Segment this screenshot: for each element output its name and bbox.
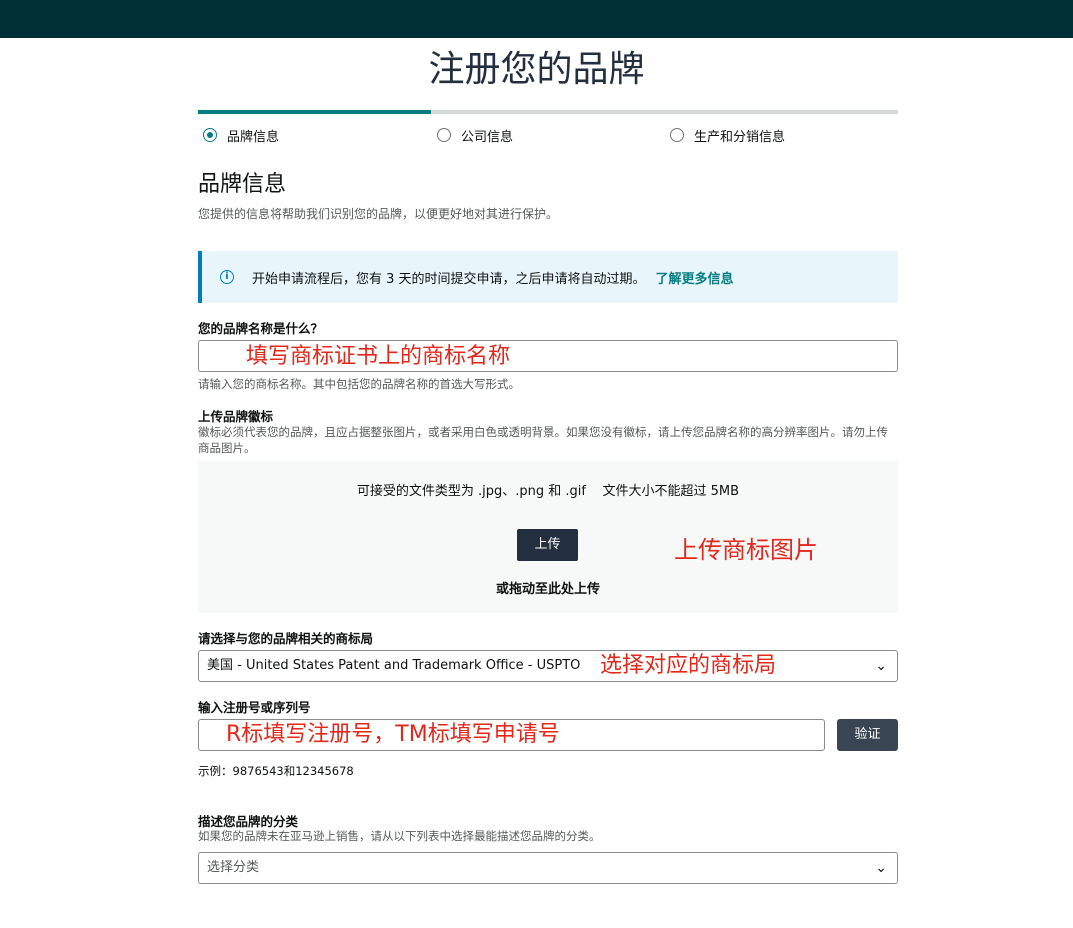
logo-upload-hint: 徽标必须代表您的品牌，且应占据整张图片，或者采用白色或透明背景。如果您没有徽标，…: [198, 425, 888, 455]
registration-number-label: 输入注册号或序列号: [198, 700, 311, 715]
step-radio-icon: [670, 128, 684, 142]
trademark-office-label: 请选择与您的品牌相关的商标局: [198, 631, 374, 646]
trademark-office-annotation: 选择对应的商标局: [600, 653, 777, 678]
verify-button[interactable]: 验证: [837, 719, 898, 751]
accepted-file-types: 可接受的文件类型为 .jpg、.png 和 .gif 文件大小不能超过 5MB: [356, 484, 740, 499]
learn-more-link[interactable]: 了解更多信息: [656, 268, 734, 287]
step-production-distribution[interactable]: 生产和分销信息: [670, 124, 785, 146]
step-label: 公司信息: [461, 129, 514, 145]
chevron-down-icon: ⌄: [875, 658, 887, 674]
drag-upload-text: 或拖动至此处上传: [495, 582, 600, 597]
alert-text: 开始申请流程后，您有 3 天的时间提交申请，之后申请将自动过期。: [252, 271, 646, 287]
step-radio-icon: [437, 128, 451, 142]
step-label: 生产和分销信息: [694, 129, 786, 145]
step-label: 品牌信息: [227, 129, 280, 145]
progress-bar: [198, 110, 898, 114]
section-description: 您提供的信息将帮助我们识别您的品牌，以便更好地对其进行保护。: [198, 207, 559, 221]
upload-button[interactable]: 上传: [517, 529, 578, 561]
section-title: 品牌信息: [198, 172, 287, 197]
registration-number-annotation: R标填写注册号，TM标填写申请号: [226, 722, 560, 747]
page-title: 注册您的品牌: [428, 49, 645, 90]
category-select[interactable]: 选择分类 ⌄: [198, 852, 898, 884]
brand-name-hint: 请输入您的商标名称。其中包括您的品牌名称的首选大写形式。: [198, 377, 520, 391]
top-bar: [0, 0, 1073, 38]
trademark-office-value: 美国 - United States Patent and Trademark …: [207, 658, 581, 673]
step-company-info[interactable]: 公司信息: [437, 124, 513, 146]
info-icon: i: [220, 270, 234, 284]
progress-bar-fill: [198, 110, 432, 114]
brand-name-annotation: 填写商标证书上的商标名称: [246, 344, 511, 369]
trademark-office-select[interactable]: 美国 - United States Patent and Trademark …: [198, 650, 898, 682]
upload-annotation: 上传商标图片: [674, 536, 818, 564]
upload-dropzone[interactable]: 可接受的文件类型为 .jpg、.png 和 .gif 文件大小不能超过 5MB …: [198, 461, 898, 613]
step-radio-icon: [203, 128, 217, 142]
chevron-down-icon: ⌄: [875, 860, 887, 876]
brand-name-label: 您的品牌名称是什么？: [198, 321, 324, 336]
step-brand-info[interactable]: 品牌信息: [203, 124, 279, 146]
logo-upload-label: 上传品牌徽标: [198, 409, 274, 424]
info-alert: i 开始申请流程后，您有 3 天的时间提交申请，之后申请将自动过期。 了解更多信…: [198, 251, 898, 303]
registration-number-example: 示例：9876543和12345678: [198, 764, 354, 778]
category-placeholder: 选择分类: [207, 860, 260, 875]
category-hint: 如果您的品牌未在亚马逊上销售，请从以下列表中选择最能描述您品牌的分类。: [198, 829, 601, 843]
